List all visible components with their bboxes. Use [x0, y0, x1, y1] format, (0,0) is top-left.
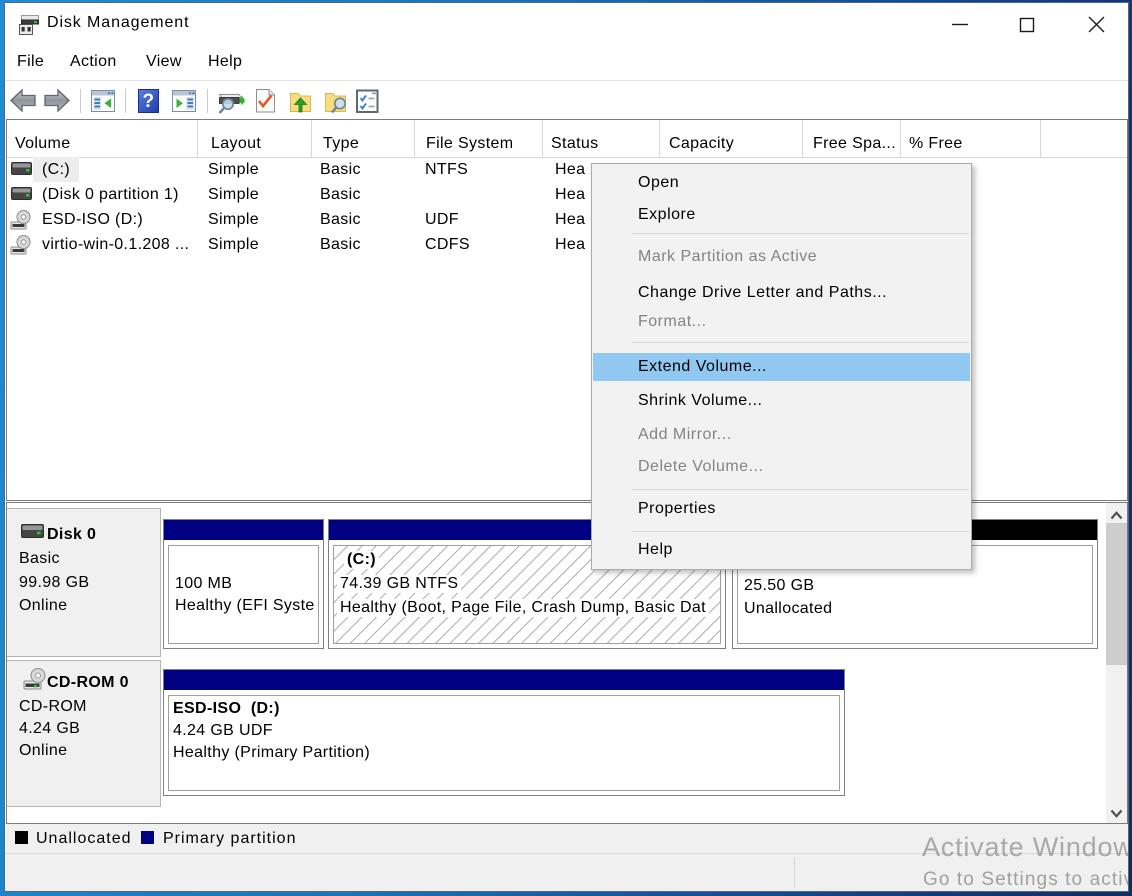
svg-text:?: ? [143, 91, 155, 112]
